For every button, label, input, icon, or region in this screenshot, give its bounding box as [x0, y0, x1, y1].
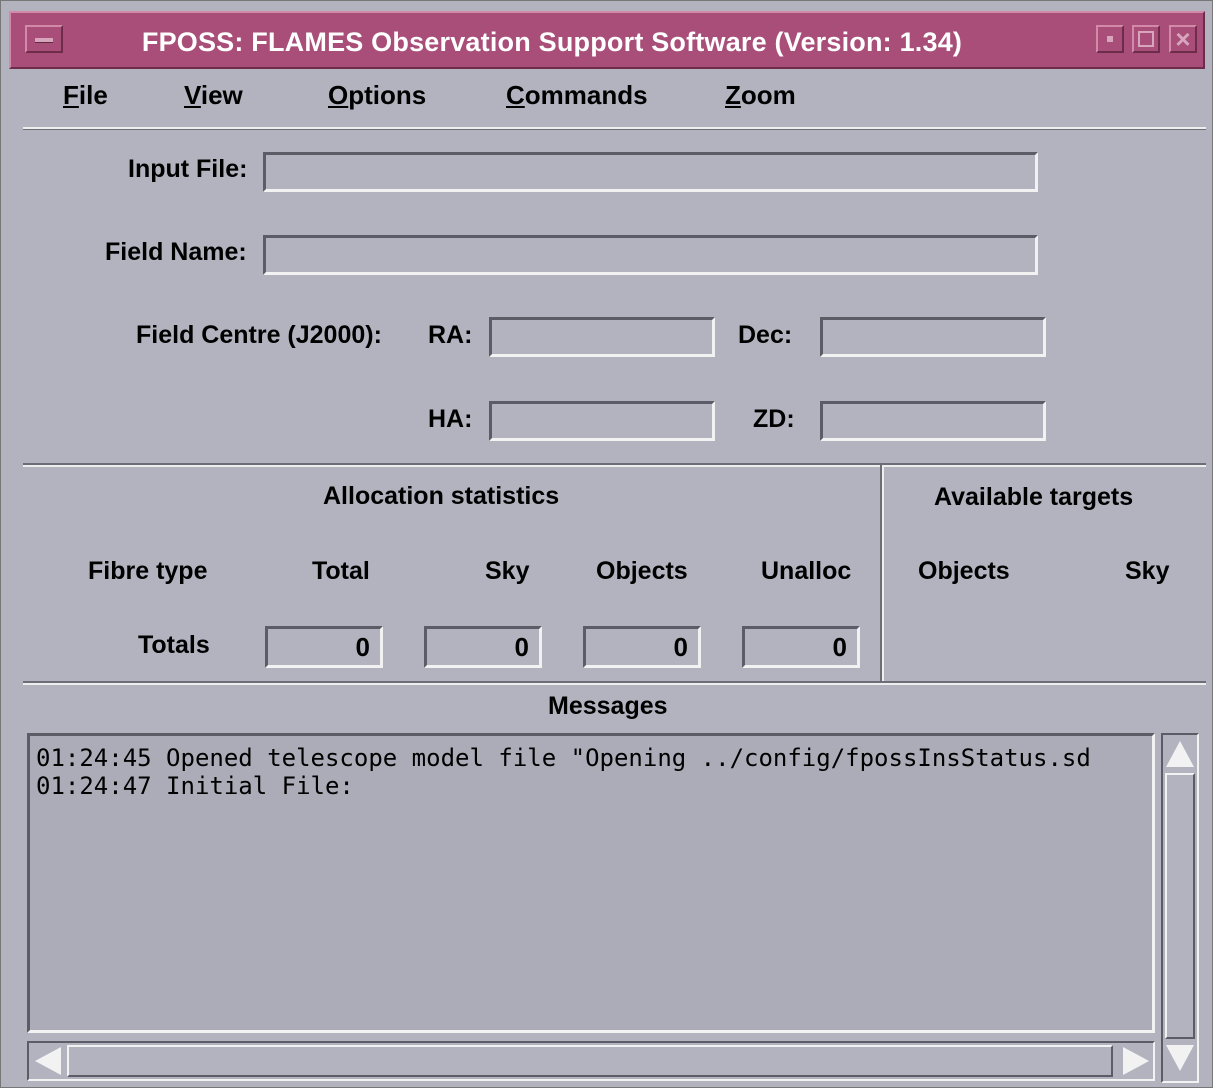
messages-vertical-scrollbar[interactable]: [1161, 733, 1199, 1083]
menu-file-mnemonic: F: [63, 80, 79, 110]
window-menu-button[interactable]: [25, 25, 63, 53]
zd-input[interactable]: [823, 404, 1043, 438]
separator: [23, 681, 1206, 685]
menu-options[interactable]: Options: [328, 69, 426, 121]
ra-input[interactable]: [492, 320, 712, 354]
messages-horizontal-scrollbar[interactable]: [27, 1041, 1155, 1081]
fposs-window: FPOSS: FLAMES Observation Support Softwa…: [0, 0, 1213, 1088]
field-name-label: Field Name:: [105, 238, 247, 266]
menu-view-label: iew: [200, 80, 243, 110]
header-objects: Objects: [596, 557, 688, 585]
menu-commands-mnemonic: C: [506, 80, 525, 110]
input-file-label: Input File:: [128, 155, 248, 183]
ha-input[interactable]: [492, 404, 712, 438]
header-sky: Sky: [485, 557, 530, 585]
field-centre-label: Field Centre (J2000):: [136, 321, 382, 349]
menu-zoom-mnemonic: Z: [725, 80, 741, 110]
window-menu-icon: [35, 38, 53, 43]
allocation-title: Allocation statistics: [323, 482, 560, 510]
dec-label: Dec:: [738, 321, 793, 349]
scroll-left-icon[interactable]: [35, 1047, 61, 1075]
available-header-sky: Sky: [1125, 557, 1170, 585]
dec-field[interactable]: [820, 317, 1046, 357]
input-file-input[interactable]: [266, 155, 1035, 189]
menu-view[interactable]: View: [184, 69, 243, 121]
field-name-field[interactable]: [263, 235, 1038, 275]
menu-zoom-label: oom: [740, 80, 796, 110]
horizontal-scroll-thumb[interactable]: [67, 1045, 1113, 1077]
menu-file[interactable]: File: [63, 69, 108, 121]
scroll-down-icon[interactable]: [1166, 1045, 1194, 1071]
menu-options-mnemonic: O: [328, 80, 349, 110]
header-unalloc: Unalloc: [761, 557, 852, 585]
ha-field[interactable]: [489, 401, 715, 441]
messages-log[interactable]: 01:24:45 Opened telescope model file "Op…: [27, 733, 1155, 1033]
menu-file-label: ile: [78, 80, 108, 110]
menu-commands-label: ommands: [524, 80, 648, 110]
scroll-up-icon[interactable]: [1166, 741, 1194, 767]
totals-objects-field: 0: [583, 626, 701, 668]
menu-commands[interactable]: Commands: [506, 69, 648, 121]
totals-sky-field: 0: [424, 626, 542, 668]
zd-field[interactable]: [820, 401, 1046, 441]
title-bar[interactable]: FPOSS: FLAMES Observation Support Softwa…: [9, 11, 1205, 69]
separator: [23, 463, 1206, 467]
field-name-input[interactable]: [266, 238, 1035, 272]
minimize-button[interactable]: [1096, 25, 1124, 53]
available-title: Available targets: [934, 483, 1134, 511]
ra-label: RA:: [428, 321, 473, 349]
minimize-icon: [1107, 36, 1113, 42]
maximize-button[interactable]: [1132, 25, 1160, 53]
message-line: 01:24:47 Initial File:: [36, 772, 354, 800]
scroll-right-icon[interactable]: [1123, 1047, 1149, 1075]
menu-options-label: ptions: [348, 80, 427, 110]
totals-label: Totals: [138, 631, 210, 659]
vertical-scroll-thumb[interactable]: [1165, 773, 1195, 1039]
header-total: Total: [312, 557, 370, 585]
message-line: 01:24:45 Opened telescope model file "Op…: [36, 744, 1091, 772]
dec-input[interactable]: [823, 320, 1043, 354]
ra-field[interactable]: [489, 317, 715, 357]
available-header-objects: Objects: [918, 557, 1010, 585]
input-file-field[interactable]: [263, 152, 1038, 192]
menu-bar: File View Options Commands Zoom: [23, 69, 1206, 129]
close-icon: ×: [1175, 24, 1191, 54]
totals-total-field: 0: [265, 626, 383, 668]
zd-label: ZD:: [753, 405, 795, 433]
menu-view-mnemonic: V: [184, 80, 201, 110]
messages-title: Messages: [548, 692, 668, 720]
window-title: FPOSS: FLAMES Observation Support Softwa…: [141, 27, 963, 57]
header-fibre-type: Fibre type: [88, 557, 208, 585]
ha-label: HA:: [428, 405, 473, 433]
separator: [880, 465, 884, 681]
menu-zoom[interactable]: Zoom: [725, 69, 796, 121]
totals-unalloc-field: 0: [742, 626, 860, 668]
close-button[interactable]: ×: [1169, 25, 1197, 53]
maximize-icon: [1138, 31, 1154, 47]
